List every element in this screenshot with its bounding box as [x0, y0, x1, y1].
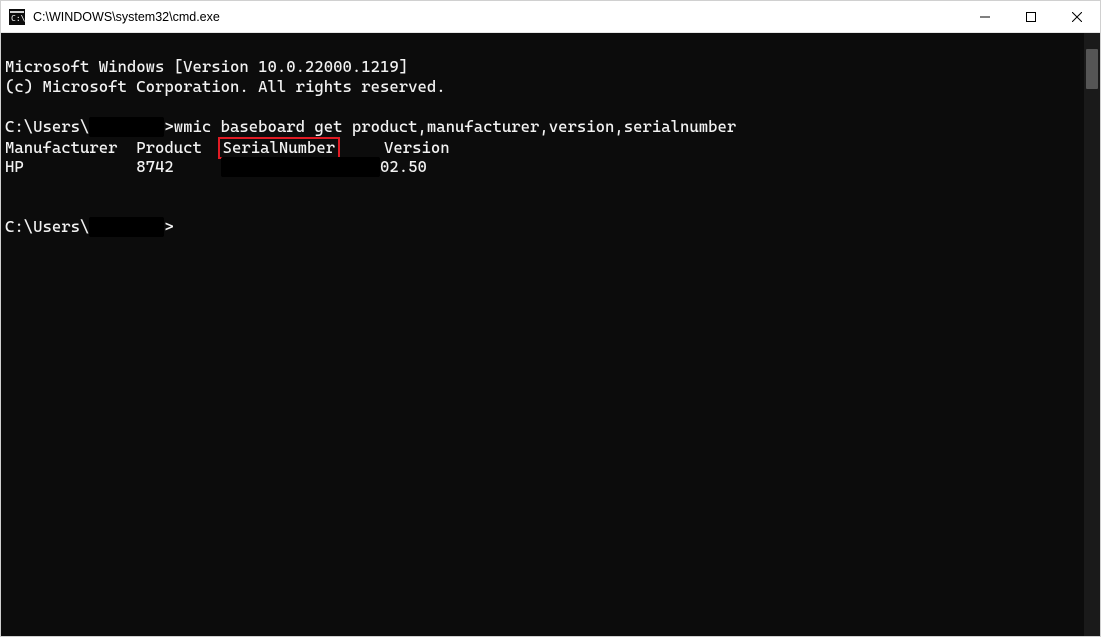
prompt-line[interactable]: C:\Users\ > [5, 217, 1100, 237]
close-button[interactable] [1054, 1, 1100, 32]
value-product: 8742 [136, 157, 220, 177]
blank-line [5, 197, 1100, 217]
prompt-path: C:\Users\ [5, 217, 89, 236]
gap [337, 138, 365, 158]
terminal-area[interactable]: Microsoft Windows [Version 10.0.22000.12… [1, 33, 1100, 636]
table-header-row: ManufacturerProductSerialNumber Version [5, 137, 1100, 157]
table-data-row: HP8742 02.50 [5, 157, 1100, 177]
window-title: C:\WINDOWS\system32\cmd.exe [33, 10, 962, 24]
maximize-button[interactable] [1008, 1, 1054, 32]
scrollbar-thumb[interactable] [1086, 49, 1098, 89]
prompt-path: C:\Users\ [5, 117, 89, 136]
redacted-username [89, 117, 164, 137]
blank-line [5, 97, 1100, 117]
minimize-button[interactable] [962, 1, 1008, 32]
highlight-serialnumber: SerialNumber [218, 137, 341, 159]
header-manufacturer: Manufacturer [5, 138, 136, 158]
command-text: >wmic baseboard get product,manufacturer… [164, 117, 736, 136]
titlebar[interactable]: C:\ C:\WINDOWS\system32\cmd.exe [1, 1, 1100, 33]
cmd-window: C:\ C:\WINDOWS\system32\cmd.exe Microsof… [0, 0, 1101, 637]
banner-line: (c) Microsoft Corporation. All rights re… [5, 77, 1100, 97]
banner-line: Microsoft Windows [Version 10.0.22000.12… [5, 57, 1100, 77]
redacted-username [89, 217, 164, 237]
blank-line [5, 177, 1100, 197]
value-version: 02.50 [380, 157, 427, 177]
header-serial: SerialNumber [223, 138, 336, 157]
terminal-output: Microsoft Windows [Version 10.0.22000.12… [1, 33, 1100, 277]
window-controls [962, 1, 1100, 32]
header-version: Version [384, 138, 450, 158]
scrollbar-track[interactable] [1084, 33, 1100, 636]
prompt-cursor: > [164, 217, 173, 236]
value-manufacturer: HP [5, 157, 136, 177]
cmd-icon: C:\ [9, 9, 25, 25]
command-line: C:\Users\ >wmic baseboard get product,ma… [5, 117, 1100, 137]
header-product: Product [136, 138, 220, 158]
redacted-serial [221, 157, 380, 177]
svg-text:C:\: C:\ [11, 14, 25, 23]
